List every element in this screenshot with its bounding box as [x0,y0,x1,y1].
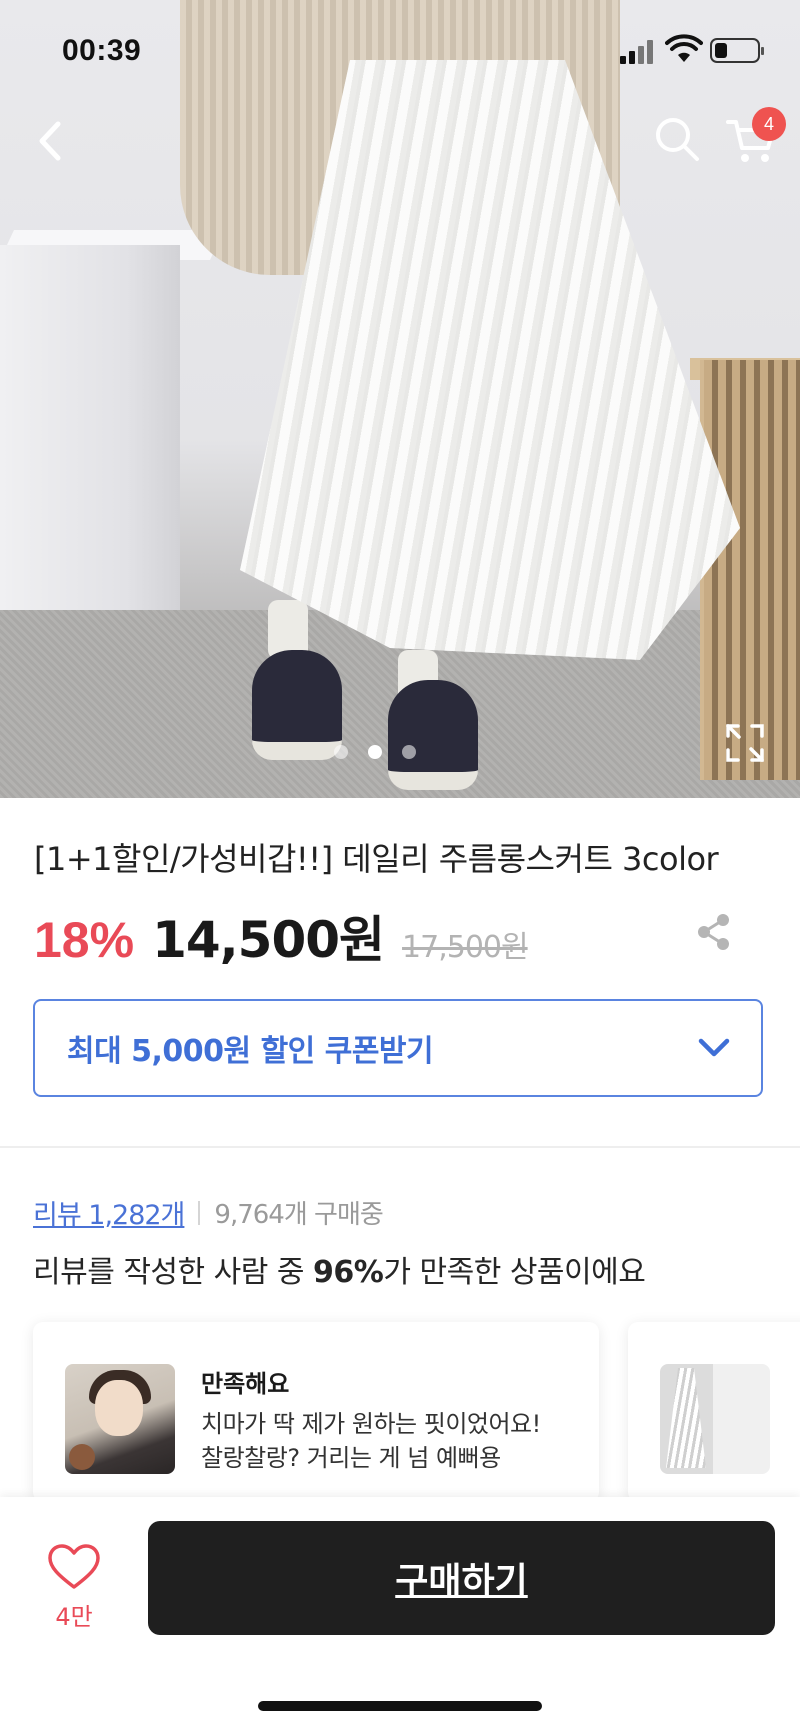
section-divider [0,1146,800,1148]
back-arrow-icon[interactable] [28,110,78,172]
buy-button-label: 구매하기 [395,1561,528,1602]
coupon-button[interactable]: 최대 5,000원 할인 쿠폰받기 [33,999,763,1097]
review-card[interactable] [628,1322,800,1502]
heart-icon [48,1544,100,1589]
wifi-icon [665,34,703,62]
original-price: 17,500원 [402,930,529,965]
image-crate [700,360,800,780]
review-text-line: 치마가 딱 제가 원하는 핏이었어요! [201,1410,541,1438]
review-photo [660,1364,770,1474]
image-sneaker [252,650,342,760]
status-time: 00:39 [62,34,142,67]
discount-rate: 18% [34,912,135,968]
cellular-signal-icon [620,38,656,64]
carousel-dot-active[interactable] [368,745,382,759]
sale-price: 14,500원 [152,911,385,969]
buy-button[interactable]: 구매하기 [148,1521,775,1635]
fullscreen-icon[interactable] [724,722,766,764]
carousel-dot[interactable] [334,745,348,759]
chevron-down-icon [698,1038,730,1057]
review-stats: 리뷰 1,282개 9,764개 구매중 [33,1193,384,1232]
search-icon[interactable] [652,114,702,166]
coupon-label: 최대 5,000원 할인 쿠폰받기 [67,1034,434,1069]
status-bar: 00:39 [0,0,800,100]
satisfaction-value: 96% [313,1255,384,1290]
review-card[interactable]: 만족해요 치마가 딱 제가 원하는 핏이었어요! 찰랑찰랑? 거리는 게 넘 예… [33,1322,599,1502]
product-title: [1+1할인/가성비갑!!] 데일리 주름롱스커트 3color [34,840,719,878]
cart-count-badge: 4 [752,107,786,141]
like-count: 4만 [55,1603,93,1631]
like-button[interactable]: 4만 [46,1543,102,1631]
buying-count: 9,764개 구매중 [214,1200,383,1230]
review-title: 만족해요 [201,1370,290,1398]
satisfaction-summary: 리뷰를 작성한 사람 중 96%가 만족한 상품이에요 [33,1247,646,1291]
stats-separator [198,1200,201,1225]
bottom-action-bar: 4만 구매하기 [0,1497,800,1731]
home-indicator [258,1701,542,1711]
review-count-link[interactable]: 리뷰 1,282개 [33,1193,185,1232]
carousel-dot[interactable] [402,745,416,759]
satisfaction-prefix: 리뷰를 작성한 사람 중 [33,1255,314,1290]
carousel-indicator [334,745,416,761]
share-icon[interactable] [696,912,732,952]
satisfaction-suffix: 가 만족한 상품이에요 [383,1255,646,1290]
review-text-line: 찰랑찰랑? 거리는 게 넘 예뻐용 [201,1444,501,1472]
reviewer-photo [65,1364,175,1474]
price-row: 18% 14,500원 17,500원 [34,900,529,969]
battery-icon [710,38,764,63]
image-sneaker [388,680,478,790]
